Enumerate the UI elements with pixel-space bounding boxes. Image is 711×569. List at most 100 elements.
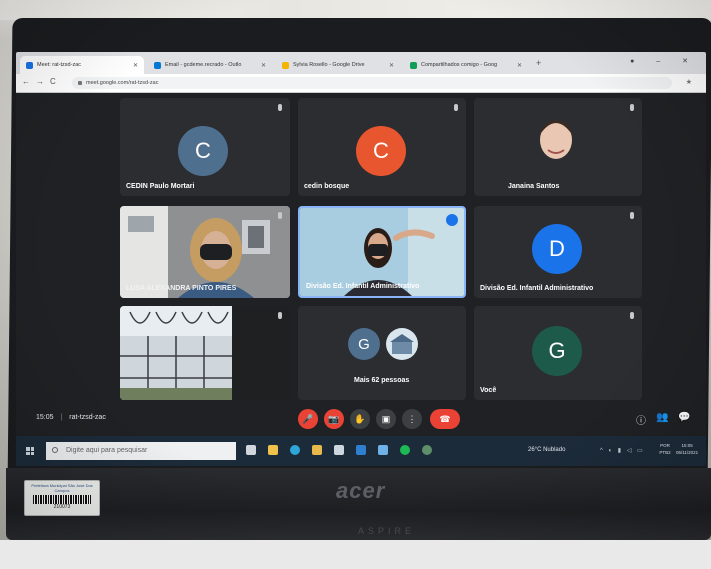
avatar: C: [356, 126, 406, 176]
drive-icon: [282, 61, 289, 69]
meeting-info: 15:05 | rat-tzsd-zac: [36, 414, 106, 421]
laptop-brand-logo: acer: [336, 478, 386, 503]
chrome-icon[interactable]: [422, 445, 432, 455]
taskbar-search-input[interactable]: Digite aqui para pesquisar: [46, 442, 236, 460]
clock-time: 15:05: [681, 443, 693, 448]
more-options-button[interactable]: ⋮: [402, 409, 422, 429]
wall: [0, 0, 711, 20]
close-icon[interactable]: ✕: [517, 62, 522, 69]
avatar: G: [348, 328, 380, 360]
weather-widget[interactable]: 26°C Nublado: [528, 447, 565, 453]
asset-sticker: Prefeitura Municipal São José Dos Campos…: [24, 480, 100, 516]
participant-tile-video[interactable]: [120, 306, 290, 400]
mic-muted-icon: [278, 212, 282, 219]
edge-icon[interactable]: [290, 445, 300, 455]
meeting-code: rat-tzsd-zac: [69, 414, 106, 421]
raise-hand-button[interactable]: ✋: [350, 409, 370, 429]
participant-tile-video-speaking[interactable]: Divisão Ed. Infantil Administrativo: [298, 206, 466, 298]
participant-tile[interactable]: D Divisão Ed. Infantil Administrativo: [474, 206, 642, 298]
laptop-screen: Meet: rat-tzsd-zac ✕ Email - gcdeme.recr…: [16, 52, 706, 466]
spotify-icon[interactable]: [400, 445, 410, 455]
end-call-button[interactable]: ☎: [430, 409, 460, 429]
sticker-text: Prefeitura Municipal São José Dos Campos: [31, 483, 93, 493]
participant-tile[interactable]: C CEDIN Paulo Mortari: [120, 98, 290, 196]
participant-name: CEDIN Paulo Mortari: [126, 183, 195, 190]
star-icon[interactable]: ★: [686, 78, 692, 86]
app-icon[interactable]: [378, 445, 388, 455]
tab-meet[interactable]: Meet: rat-tzsd-zac ✕: [20, 56, 144, 74]
avatar: D: [532, 224, 582, 274]
meeting-separator: |: [60, 414, 63, 421]
participant-tile[interactable]: C cedin bosque: [298, 98, 466, 196]
files-icon[interactable]: [312, 445, 322, 455]
tab-outlook[interactable]: Email - gcdeme.recrado - Outlo ✕: [148, 56, 272, 74]
participant-name: Divisão Ed. Infantil Administrativo: [306, 283, 420, 290]
outlook-icon: [154, 61, 161, 69]
clock-date: 05/11/2021: [676, 450, 699, 455]
drive-icon: [410, 61, 417, 69]
chat-icon[interactable]: 💬: [678, 412, 690, 423]
avatar: C: [178, 126, 228, 176]
participant-tile-self[interactable]: G Você: [474, 306, 642, 400]
address-bar: ← → C meet.google.com/rat-tzsd-zac ★: [16, 74, 706, 93]
participant-name: Mais 62 pessoas: [354, 377, 410, 384]
participant-photo: [539, 120, 573, 159]
laptop-base: acer ASPIRE Prefeitura Municipal São Jos…: [6, 468, 711, 540]
participant-video: [120, 306, 290, 400]
language-indicator[interactable]: POR PTB2: [656, 442, 674, 456]
info-icon[interactable]: ⓘ: [636, 412, 646, 427]
windows-taskbar: Digite aqui para pesquisar 26°C Nublado …: [16, 436, 706, 466]
people-icon[interactable]: 👥: [656, 412, 668, 423]
browser-tab-bar: Meet: rat-tzsd-zac ✕ Email - gcdeme.recr…: [16, 52, 706, 74]
new-tab-button[interactable]: +: [536, 58, 541, 68]
explorer-icon[interactable]: [268, 445, 278, 455]
camera-toggle-button[interactable]: 📷: [324, 409, 344, 429]
close-icon[interactable]: ✕: [133, 62, 138, 69]
windows-start-icon[interactable]: [26, 447, 34, 455]
participant-name: Divisão Ed. Infantil Administrativo: [480, 285, 594, 292]
system-tray-icons[interactable]: ^ ◐ ▮ ◁ ▭: [600, 447, 645, 454]
participant-name: Você: [480, 387, 497, 394]
tab-label: Email - gcdeme.recrado - Outlo: [165, 62, 242, 68]
mic-muted-icon: [630, 212, 634, 219]
url-input[interactable]: meet.google.com/rat-tzsd-zac: [72, 77, 672, 89]
tab-drive-shared[interactable]: Compartilhados comigo - Goog ✕: [404, 56, 528, 74]
participant-name: LUSA ALEXANDRA PINTO PIRES: [126, 285, 237, 292]
task-view-icon[interactable]: [246, 445, 256, 455]
mail-icon[interactable]: [356, 445, 366, 455]
store-icon[interactable]: [334, 445, 344, 455]
reload-icon[interactable]: C: [50, 77, 56, 86]
mic-toggle-button[interactable]: 🎤: [298, 409, 318, 429]
tab-label: Sylvia Rosello - Google Drive: [293, 62, 365, 68]
speaking-indicator-icon: [446, 214, 458, 226]
window-controls[interactable]: ● – ✕: [630, 57, 698, 65]
participant-name: Janaina Santos: [508, 183, 560, 190]
participant-tile-overflow[interactable]: G Mais 62 pessoas: [298, 306, 466, 400]
meet-icon: [26, 61, 33, 69]
meeting-time: 15:05: [36, 414, 54, 421]
meet-controls-bar: 15:05 | rat-tzsd-zac 🎤 📷 ✋ ▣ ⋮ ☎ ⓘ 👥 💬: [16, 404, 706, 434]
avatar-photo: [386, 328, 418, 360]
photo-background: acer ASPIRE Prefeitura Municipal São Jos…: [0, 0, 711, 540]
back-icon[interactable]: ←: [22, 77, 30, 86]
participant-tile-video[interactable]: LUSA ALEXANDRA PINTO PIRES: [120, 206, 290, 298]
tab-drive[interactable]: Sylvia Rosello - Google Drive ✕: [276, 56, 400, 74]
mic-muted-icon: [278, 104, 282, 111]
mic-muted-icon: [454, 104, 458, 111]
mic-muted-icon: [630, 312, 634, 319]
search-icon: [52, 447, 58, 453]
sticker-barcode: [33, 495, 91, 504]
tab-label: Meet: rat-tzsd-zac: [37, 62, 82, 68]
sticker-number: 210073: [53, 504, 71, 510]
present-button[interactable]: ▣: [376, 409, 396, 429]
close-icon[interactable]: ✕: [261, 62, 266, 69]
mic-muted-icon: [630, 104, 634, 111]
mic-muted-icon: [278, 312, 282, 319]
tab-label: Compartilhados comigo - Goog: [421, 62, 498, 68]
forward-icon[interactable]: →: [36, 77, 44, 86]
participant-tile[interactable]: Janaina Santos: [474, 98, 642, 196]
avatar: G: [532, 326, 582, 376]
close-icon[interactable]: ✕: [389, 62, 394, 69]
laptop-model-label: ASPIRE: [358, 526, 416, 536]
taskbar-clock[interactable]: 15:05 05/11/2021: [676, 442, 698, 456]
